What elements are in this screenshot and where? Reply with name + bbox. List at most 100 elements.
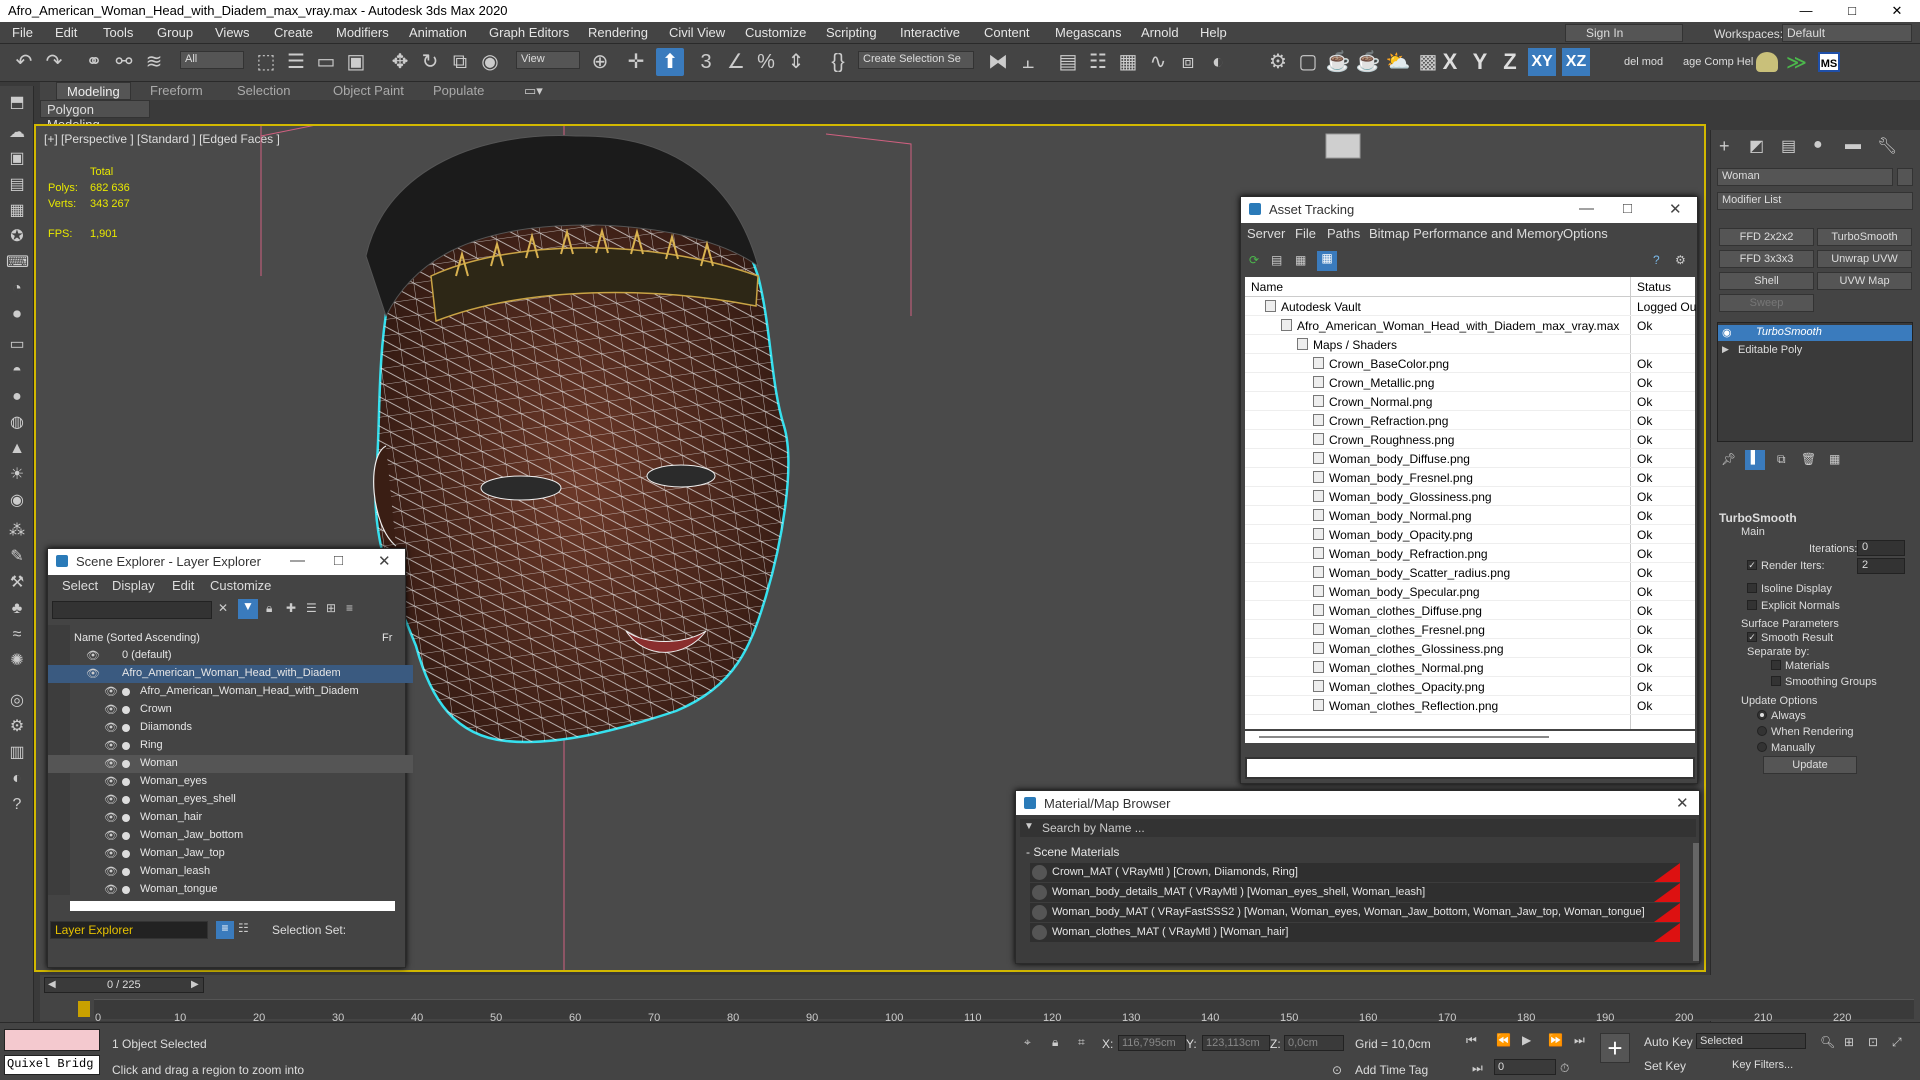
time-config-icon[interactable]: ⏱ <box>1560 1061 1569 1076</box>
time-slider[interactable]: ◀ 0 / 225 ▶ <box>44 977 204 993</box>
window-crossing-icon[interactable]: ▣ <box>342 48 370 76</box>
se-row[interactable]: 👁︎ Woman_eyes_shell <box>48 791 413 809</box>
align-icon[interactable]: ⫠ <box>1014 48 1042 76</box>
render-toggle-icon[interactable] <box>122 886 130 894</box>
display-tab-icon[interactable]: ▬ <box>1845 136 1861 154</box>
prev-frame-icon[interactable]: ⏪ <box>1496 1033 1511 1047</box>
absolute-mode-icon[interactable]: ⌗ <box>1078 1035 1085 1050</box>
pivot-center-icon[interactable]: ⊕ <box>586 48 614 76</box>
select-manipulate-icon[interactable]: ⬆ <box>656 48 684 76</box>
zoom-extents-icon[interactable]: ⊡ <box>1868 1035 1878 1049</box>
zoom-all-icon[interactable]: ⊞ <box>1844 1035 1854 1049</box>
ribbon-toggle-icon[interactable]: ▦ <box>1114 48 1142 76</box>
at-options-icon[interactable]: ⚙ <box>1675 253 1686 267</box>
isoline-checkbox[interactable] <box>1747 583 1757 593</box>
configure-sets-icon[interactable]: ▦ <box>1829 452 1840 466</box>
quixel-bridge-field[interactable]: Quixel Bridg <box>4 1055 100 1075</box>
smooth-result-checkbox[interactable]: ✓ <box>1747 632 1757 642</box>
selection-filter-select[interactable]: All <box>180 51 244 69</box>
se-explorer-select[interactable]: Layer Explorer <box>50 921 208 939</box>
visibility-icon[interactable]: 👁︎ <box>86 667 100 680</box>
at-refresh-icon[interactable]: ⟳ <box>1249 253 1259 267</box>
turbosmooth-button[interactable]: TurboSmooth <box>1817 228 1912 246</box>
minimize-button[interactable]: — <box>1783 0 1829 22</box>
placement-icon[interactable]: ◉ <box>476 48 504 76</box>
modifier-list-select[interactable]: Modifier List <box>1717 192 1913 210</box>
render-iters-spinner[interactable]: 2 <box>1857 558 1905 574</box>
particles-icon[interactable]: ⁂ <box>6 520 28 542</box>
redo-icon[interactable]: ↷ <box>40 48 68 76</box>
utilities-tab-icon[interactable]: 🔧︎ <box>1877 136 1897 156</box>
menu-arnold[interactable]: Arnold <box>1141 25 1179 40</box>
stack-item-turbosmooth[interactable]: ◉ TurboSmooth <box>1718 325 1912 341</box>
se-hscrollbar[interactable] <box>70 901 395 911</box>
mirror-icon[interactable]: ⧓ <box>984 48 1012 76</box>
x-coord-field[interactable]: 116,795cm <box>1118 1035 1186 1051</box>
menu-megascans[interactable]: Megascans <box>1055 25 1121 40</box>
mb-section-scene-materials[interactable]: - Scene Materials <box>1026 845 1119 859</box>
visibility-icon[interactable]: 👁︎ <box>104 847 118 860</box>
at-menu-options[interactable]: Options <box>1563 226 1608 241</box>
at-path-field[interactable] <box>1245 757 1695 779</box>
visibility-icon[interactable]: 👁︎ <box>104 883 118 896</box>
menu-civil-view[interactable]: Civil View <box>669 25 725 40</box>
at-row[interactable]: Woman_clothes_Diffuse.png Ok <box>1245 601 1695 620</box>
se-row[interactable]: 👁︎ 0 (default) <box>48 647 413 665</box>
at-menu-server[interactable]: Server <box>1247 226 1285 241</box>
isolate-icon[interactable]: ⌖ <box>1024 1035 1031 1050</box>
at-thumbnails-icon[interactable]: ▦ <box>1295 253 1306 267</box>
polygon-modeling-panel[interactable]: Polygon Modeling <box>40 100 150 132</box>
create-tab-icon[interactable]: + <box>1719 136 1730 157</box>
mb-search-input[interactable]: Search by Name ... <box>1042 821 1145 835</box>
when-rendering-radio[interactable] <box>1757 726 1767 736</box>
mb-material-row[interactable]: Crown_MAT ( VRayMtl ) [Crown, Diiamonds,… <box>1030 863 1680 882</box>
render-production-icon[interactable]: ☕ <box>1324 48 1352 76</box>
menu-content[interactable]: Content <box>984 25 1030 40</box>
scene-explorer-titlebar[interactable]: Scene Explorer - Layer Explorer — □ ✕ <box>48 549 405 575</box>
ms-button[interactable]: MS <box>1818 52 1840 72</box>
mb-scrollbar[interactable] <box>1693 843 1699 961</box>
unlink-icon[interactable]: ⚯ <box>110 48 138 76</box>
paint-icon[interactable]: ✎ <box>6 546 28 568</box>
asset-tracking-close-button[interactable]: ✕ <box>1669 200 1682 218</box>
angle-snap-icon[interactable]: ∠ <box>722 48 750 76</box>
visibility-icon[interactable]: 👁︎ <box>104 685 118 698</box>
axis-x-button[interactable]: X <box>1436 48 1464 76</box>
render-toggle-icon[interactable] <box>122 760 130 768</box>
at-help-icon[interactable]: ? <box>1653 253 1660 267</box>
goto-start-icon[interactable]: ⏮ <box>1466 1033 1477 1048</box>
at-row[interactable]: Woman_body_Refraction.png Ok <box>1245 544 1695 563</box>
play-icon[interactable]: ▶ <box>1522 1033 1531 1047</box>
menu-graph-editors[interactable]: Graph Editors <box>489 25 569 40</box>
at-row[interactable]: Woman_clothes_Opacity.png Ok <box>1245 677 1695 696</box>
se-layers-icon[interactable]: ☰ <box>306 601 317 615</box>
at-row[interactable]: Woman_body_Opacity.png Ok <box>1245 525 1695 544</box>
sculpt-icon[interactable]: ⚒ <box>6 572 28 594</box>
next-frame-icon[interactable]: ⏩ <box>1548 1033 1563 1047</box>
selection-lock-icon[interactable]: 🔒︎ <box>1052 1035 1058 1050</box>
shell-button[interactable]: Shell <box>1719 272 1814 290</box>
menu-views[interactable]: Views <box>215 25 249 40</box>
se-lock-icon[interactable]: 🔒︎ <box>266 601 272 616</box>
manually-radio[interactable] <box>1757 742 1767 752</box>
visibility-icon[interactable]: 👁︎ <box>104 739 118 752</box>
show-end-result-icon[interactable]: ▌ <box>1745 450 1765 470</box>
render-toggle-icon[interactable] <box>122 778 130 786</box>
layer-explorer-icon[interactable]: ☷ <box>1084 48 1112 76</box>
render-iters-checkbox[interactable]: ✓ <box>1747 560 1757 570</box>
se-layers-toggle-icon[interactable]: ≡ <box>216 921 234 939</box>
se-column-frozen[interactable]: Fr <box>382 632 392 644</box>
se-filter-icon[interactable]: ▼ <box>238 599 258 619</box>
sweep-button[interactable]: Sweep <box>1719 294 1814 312</box>
at-hscrollbar[interactable] <box>1245 731 1695 743</box>
se-row[interactable]: 👁︎ Woman_tongue <box>48 881 413 899</box>
time-tag-icon[interactable]: ⊙ <box>1332 1063 1342 1077</box>
stack-expand-icon[interactable]: ▶ <box>1722 344 1729 355</box>
maximize-viewport-icon[interactable]: ⤢ <box>1892 1035 1902 1050</box>
tab-selection[interactable]: Selection <box>227 82 300 100</box>
at-row[interactable]: Woman_body_Specular.png Ok <box>1245 582 1695 601</box>
scene-icon[interactable]: ☁ <box>6 122 28 144</box>
se-row[interactable]: 👁︎ Afro_American_Woman_Head_with_Diadem <box>48 665 413 683</box>
script-icon[interactable]: ▥ <box>6 742 28 764</box>
menu-rendering[interactable]: Rendering <box>588 25 648 40</box>
